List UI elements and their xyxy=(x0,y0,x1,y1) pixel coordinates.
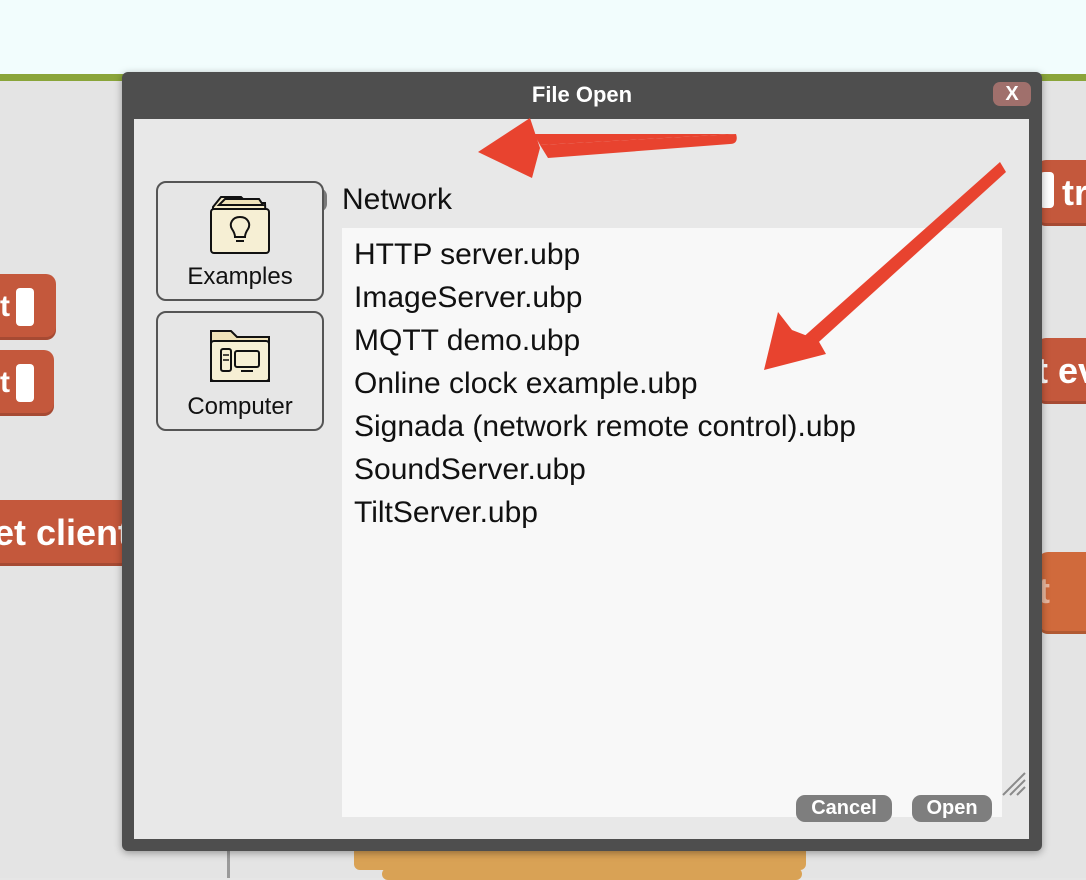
file-item[interactable]: SoundServer.ubp xyxy=(354,452,586,488)
block-input-slot[interactable] xyxy=(16,288,34,326)
script-block[interactable]: t xyxy=(0,350,54,416)
file-open-dialog: File Open X < Network Examples xyxy=(122,72,1042,851)
file-list[interactable]: HTTP server.ubp ImageServer.ubp MQTT dem… xyxy=(342,228,1002,817)
block-label: tr xyxy=(1062,172,1086,213)
block-label: et client xyxy=(0,512,131,553)
file-item[interactable]: Signada (network remote control).ubp xyxy=(354,409,856,445)
script-divider-line xyxy=(227,851,230,878)
examples-lightbulb-folder-icon xyxy=(210,196,270,254)
script-block[interactable]: tr xyxy=(1036,160,1086,226)
dialog-body: < Network Examples Computer xyxy=(134,119,1029,839)
block-label: t ev xyxy=(1036,350,1086,391)
file-item[interactable]: MQTT demo.ubp xyxy=(354,323,580,359)
block-input-slot[interactable] xyxy=(1040,172,1054,208)
computer-source-label: Computer xyxy=(187,393,293,420)
close-button[interactable]: X xyxy=(993,82,1031,106)
script-block[interactable]: t xyxy=(0,274,56,340)
open-button[interactable]: Open xyxy=(912,795,992,822)
block-input-slot[interactable] xyxy=(16,364,34,402)
file-item[interactable]: Online clock example.ubp xyxy=(354,366,698,402)
file-item[interactable]: TiltServer.ubp xyxy=(354,495,538,531)
computer-source-button[interactable]: Computer xyxy=(156,311,324,431)
dialog-title: File Open xyxy=(531,82,633,107)
computer-folder-icon xyxy=(210,330,270,382)
script-block[interactable] xyxy=(382,868,802,880)
script-block[interactable]: t xyxy=(1038,552,1086,634)
examples-source-label: Examples xyxy=(187,263,293,290)
block-label: t xyxy=(0,366,10,399)
file-item[interactable]: ImageServer.ubp xyxy=(354,280,582,316)
script-block[interactable]: t ev xyxy=(1036,338,1086,404)
file-item[interactable]: HTTP server.ubp xyxy=(354,237,580,273)
resize-handle-icon[interactable] xyxy=(997,767,1027,797)
script-block[interactable]: et client xyxy=(0,500,130,566)
cancel-button[interactable]: Cancel xyxy=(796,795,892,822)
current-folder-label: Network xyxy=(342,183,453,216)
top-toolbar-area xyxy=(0,0,1086,74)
examples-source-button[interactable]: Examples xyxy=(156,181,324,301)
block-label: t xyxy=(0,290,10,323)
